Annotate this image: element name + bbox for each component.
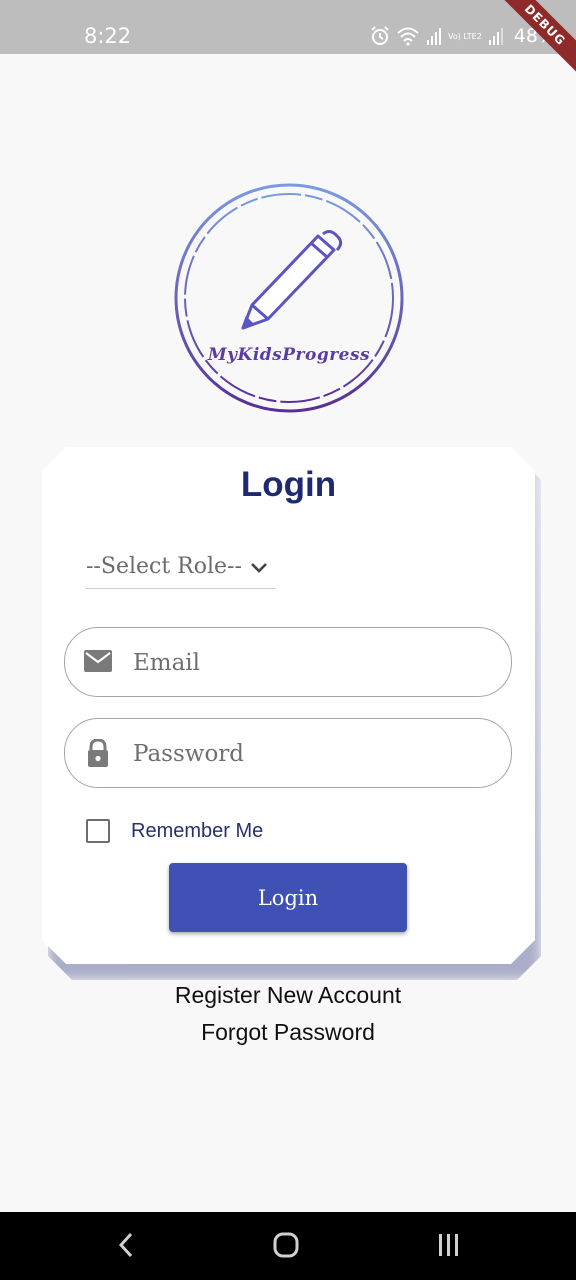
remember-me-label: Remember Me — [131, 819, 264, 842]
register-link[interactable]: Register New Account — [0, 982, 576, 1009]
signal-icon — [488, 28, 503, 45]
forgot-password-link[interactable]: Forgot Password — [0, 1019, 576, 1046]
network-type-label: Vo) LTE2 — [448, 31, 482, 41]
logo-text: MyKidsProgress — [207, 345, 371, 365]
email-input[interactable] — [131, 642, 495, 684]
pencil-icon — [241, 230, 343, 330]
wifi-icon — [397, 27, 419, 46]
navigation-bar — [0, 1212, 576, 1280]
chevron-down-icon — [250, 562, 268, 574]
password-input[interactable] — [131, 733, 495, 775]
status-icons: Vo) LTE2 48% — [370, 22, 556, 50]
page-title: Login — [240, 465, 337, 504]
app-logo: MyKidsProgress — [173, 182, 405, 414]
role-dropdown[interactable]: --Select Role-- — [86, 545, 276, 589]
remember-me[interactable]: Remember Me — [86, 818, 263, 844]
status-time: 8:22 — [84, 24, 132, 48]
alarm-icon — [371, 26, 389, 45]
login-card: Login --Select Role-- Remember M — [42, 447, 535, 964]
role-dropdown-value: --Select Role-- — [86, 554, 242, 579]
logo-ring — [174, 183, 404, 413]
email-field[interactable] — [64, 627, 512, 697]
mail-icon — [83, 648, 113, 676]
signal-icon — [427, 28, 441, 45]
remember-me-checkbox[interactable] — [86, 819, 110, 843]
login-button[interactable]: Login — [169, 863, 407, 932]
home-icon[interactable] — [272, 1230, 302, 1260]
back-icon[interactable] — [114, 1230, 138, 1260]
recents-icon[interactable] — [436, 1230, 462, 1260]
lock-icon — [83, 739, 113, 767]
password-field[interactable] — [64, 718, 512, 788]
status-bar: 8:22 Vo) LTE2 48% DEBUG — [0, 0, 576, 86]
login-screen: 8:22 Vo) LTE2 48% DEBUG MyKidsProgress L… — [0, 0, 576, 1280]
